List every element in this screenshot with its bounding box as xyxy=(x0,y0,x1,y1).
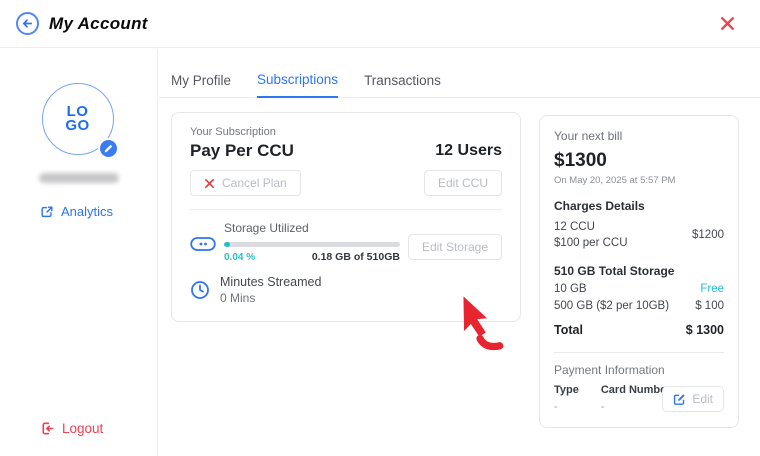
blurred-username xyxy=(39,173,119,183)
storage-progress-fill xyxy=(224,242,230,247)
card-divider xyxy=(190,209,502,210)
clock-icon xyxy=(190,280,210,300)
minutes-streamed-value: 0 Mins xyxy=(220,291,321,305)
cancel-plan-button[interactable]: Cancel Plan xyxy=(190,170,301,196)
payment-type-header: Type xyxy=(554,384,579,396)
storage-progress-bar xyxy=(224,242,400,247)
cancel-plan-label: Cancel Plan xyxy=(222,176,287,190)
storage-utilized-label: Storage Utilized xyxy=(224,221,400,235)
logout-icon xyxy=(40,421,55,436)
tab-bar: My Profile Subscriptions Transactions xyxy=(159,49,760,98)
next-bill-card: Your next bill $1300 On May 20, 2025 at … xyxy=(539,115,739,428)
total-storage-title: 510 GB Total Storage xyxy=(554,264,724,278)
close-icon xyxy=(719,15,736,32)
edit-payment-label: Edit xyxy=(692,392,713,406)
charge-sublabel: $100 per CCU xyxy=(554,235,628,251)
users-count: 12 Users xyxy=(435,142,502,160)
storage-row-value: $ 100 xyxy=(695,300,724,312)
cancel-x-icon xyxy=(204,178,215,189)
charges-details-title: Charges Details xyxy=(554,199,724,213)
minutes-streamed-label: Minutes Streamed xyxy=(220,275,321,289)
logout-button[interactable]: Logout xyxy=(40,421,103,436)
payment-type-value: - xyxy=(554,401,579,413)
storage-row-value: Free xyxy=(700,283,724,295)
charge-value: $1200 xyxy=(692,229,724,241)
total-value: $ 1300 xyxy=(686,323,724,337)
account-sidebar: LO GO Analytics Logout xyxy=(0,49,158,456)
charge-label: 12 CCU xyxy=(554,219,628,235)
plan-name: Pay Per CCU xyxy=(190,141,294,161)
edit-ccu-label: Edit CCU xyxy=(438,176,488,190)
storage-row-paid: 500 GB ($2 per 10GB) $ 100 xyxy=(554,300,724,312)
subscriptions-content: Your Subscription Pay Per CCU 12 Users C… xyxy=(159,98,760,442)
payment-information-title: Payment Information xyxy=(554,363,724,377)
storage-usage: 0.18 GB of 510GB xyxy=(312,251,400,263)
next-bill-title: Your next bill xyxy=(554,129,724,143)
subscription-card: Your Subscription Pay Per CCU 12 Users C… xyxy=(171,112,521,322)
tab-transactions[interactable]: Transactions xyxy=(364,73,441,97)
tab-my-profile[interactable]: My Profile xyxy=(171,73,231,97)
payment-card-header: Card Number xyxy=(601,384,671,396)
bill-due-date: On May 20, 2025 at 5:57 PM xyxy=(554,175,724,186)
storage-icon xyxy=(190,236,216,257)
charge-row-ccu: 12 CCU $100 per CCU $1200 xyxy=(554,219,724,251)
storage-row-label: 500 GB ($2 per 10GB) xyxy=(554,300,669,312)
edit-storage-label: Edit Storage xyxy=(422,240,488,254)
close-button[interactable] xyxy=(719,15,736,32)
edit-avatar-button[interactable] xyxy=(98,138,119,159)
back-button[interactable] xyxy=(16,12,39,35)
storage-row-label: 10 GB xyxy=(554,283,587,295)
edit-storage-button[interactable]: Edit Storage xyxy=(408,234,502,260)
pencil-icon xyxy=(103,144,113,154)
logout-label: Logout xyxy=(62,421,103,436)
main-panel: My Profile Subscriptions Transactions Yo… xyxy=(159,49,760,456)
edit-payment-icon xyxy=(673,393,686,406)
edit-ccu-button[interactable]: Edit CCU xyxy=(424,170,502,196)
avatar: LO GO xyxy=(42,83,116,157)
analytics-label: Analytics xyxy=(61,204,113,219)
payment-card-value: - xyxy=(601,401,671,413)
storage-percent: 0.04 % xyxy=(224,252,255,263)
bill-divider xyxy=(554,352,724,353)
bill-amount: $1300 xyxy=(554,150,724,172)
back-arrow-icon xyxy=(21,17,34,30)
total-label: Total xyxy=(554,323,583,337)
subscription-section-label: Your Subscription xyxy=(190,126,502,138)
edit-payment-button[interactable]: Edit xyxy=(662,386,724,412)
storage-row-free: 10 GB Free xyxy=(554,283,724,295)
tab-subscriptions[interactable]: Subscriptions xyxy=(257,72,338,98)
logo-text-bottom: GO xyxy=(65,119,89,133)
external-link-icon xyxy=(40,205,54,219)
total-row: Total $ 1300 xyxy=(554,323,724,337)
page-title: My Account xyxy=(49,14,148,34)
window-header: My Account xyxy=(0,0,760,48)
analytics-link[interactable]: Analytics xyxy=(40,204,113,219)
